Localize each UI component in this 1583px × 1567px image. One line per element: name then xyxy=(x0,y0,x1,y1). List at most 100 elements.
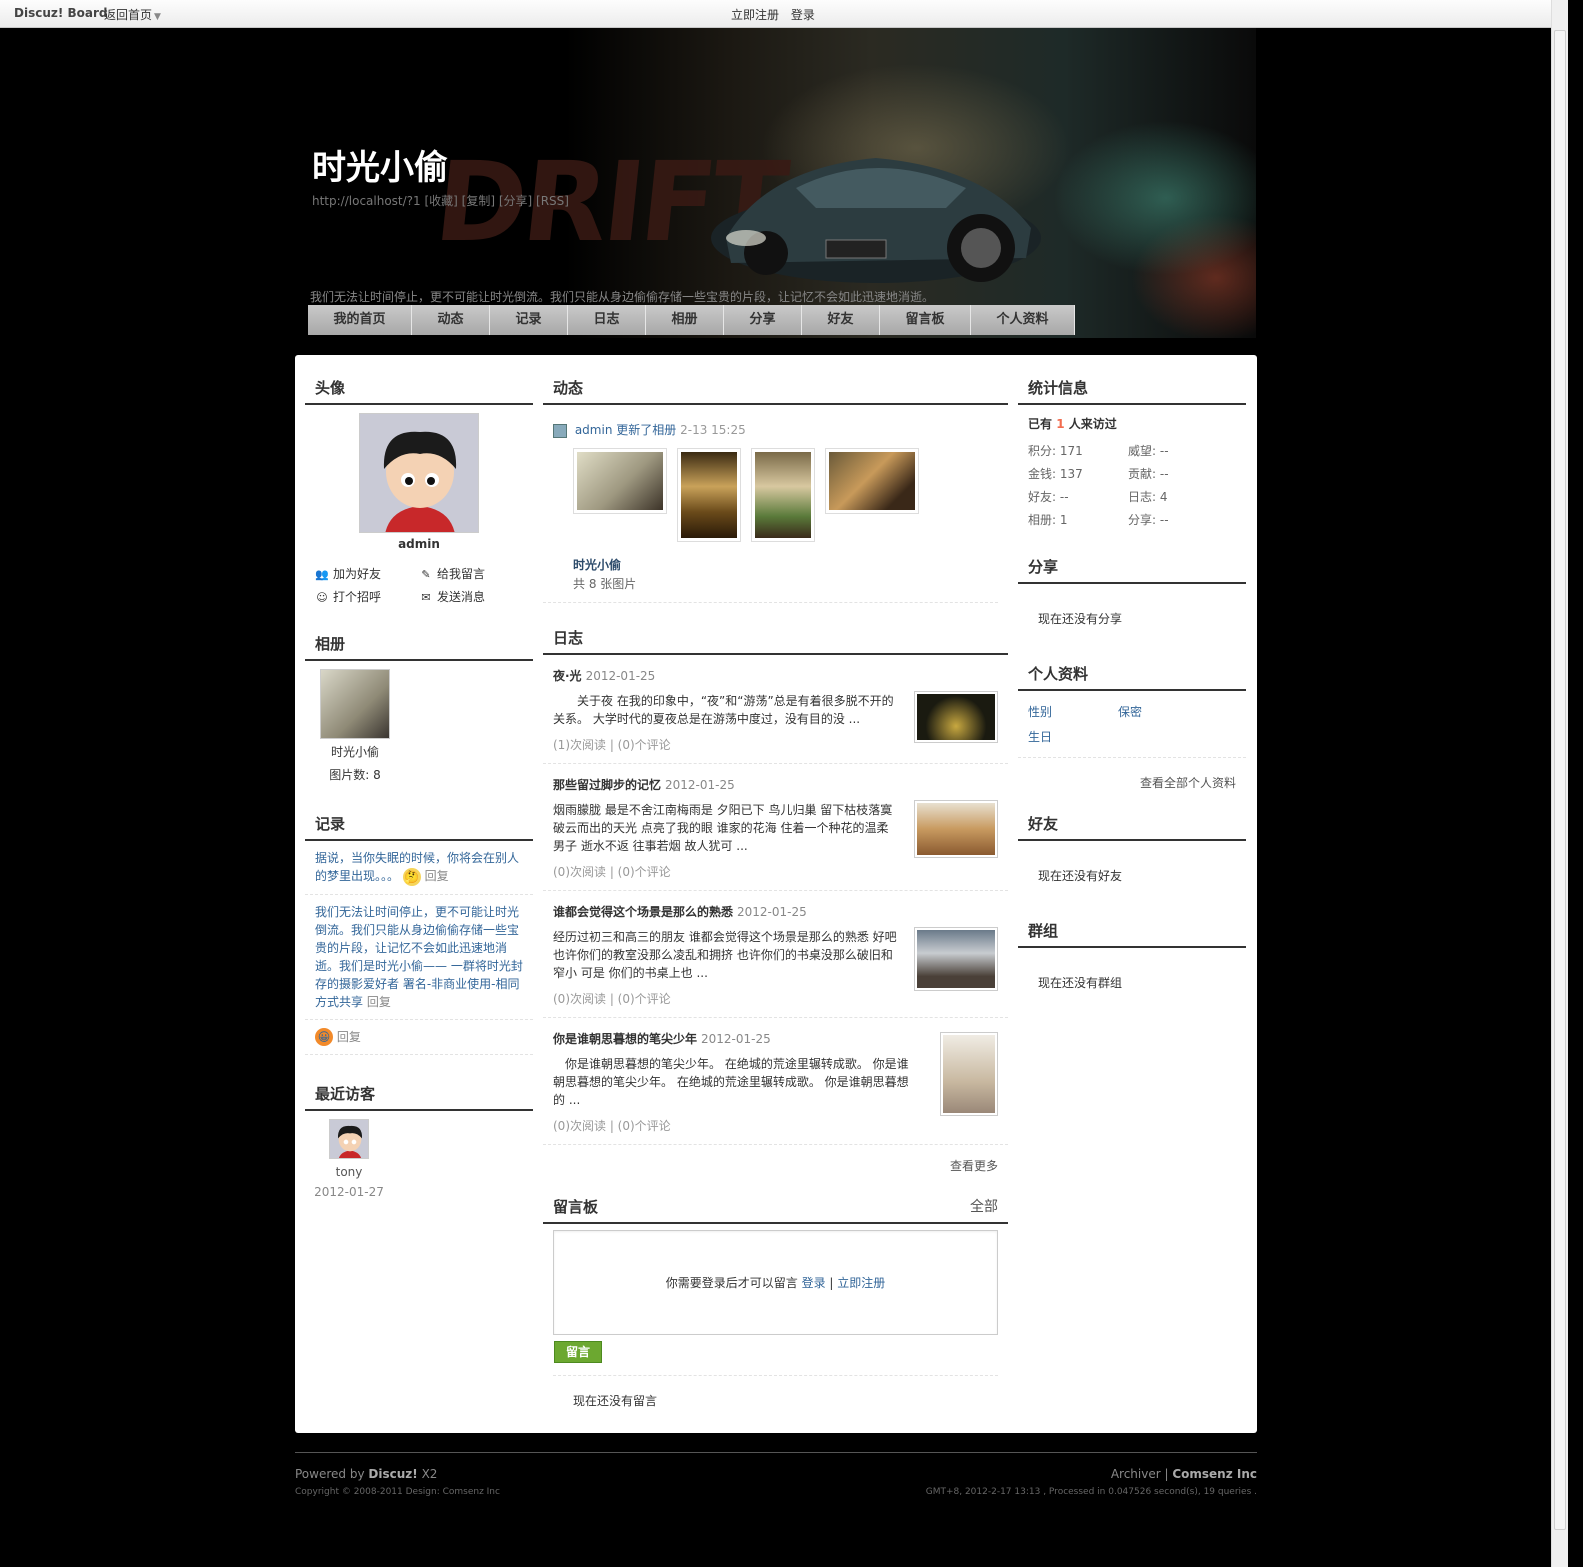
guestbook-login-link[interactable]: 登录 xyxy=(802,1276,826,1290)
blog-thumbnail[interactable] xyxy=(914,800,998,858)
blog-title-text: 谁都会觉得这个场景是那么的熟悉 xyxy=(553,905,734,919)
feed-entry-header: admin 更新了相册 2-13 15:25 xyxy=(543,405,1008,438)
feed-photo[interactable] xyxy=(677,448,741,542)
user-avatar[interactable] xyxy=(359,413,479,533)
guestbook-input-area[interactable]: 你需要登录后才可以留言 登录 | 立即注册 xyxy=(553,1230,998,1335)
guestbook-section-title: 留言板 全部 xyxy=(543,1196,1008,1224)
records-section-title: 记录 xyxy=(305,813,533,841)
poke-label: 打个招呼 xyxy=(333,590,382,604)
blog-reads[interactable]: (0)次阅读 xyxy=(553,992,606,1006)
stat-label: 好友 xyxy=(1028,490,1053,504)
blog-comments[interactable]: (0)个评论 xyxy=(618,738,671,752)
album-cover[interactable] xyxy=(320,669,390,739)
blog-title-text: 你是谁朝思暮想的笔尖少年 xyxy=(553,1032,698,1046)
blog-excerpt: 关于夜 在我的印象中，“夜”和“游荡”总是有着很多脱不开的关系。 大学时代的夏夜… xyxy=(553,694,894,726)
no-friends-text: 现在还没有好友 xyxy=(1038,869,1123,883)
friends-section-title: 好友 xyxy=(1018,813,1246,841)
view-more-blogs-link[interactable]: 查看更多 xyxy=(543,1145,1008,1174)
leave-message-action[interactable]: ✎ 给我留言 xyxy=(419,565,523,582)
blog-reads[interactable]: (0)次阅读 xyxy=(553,1119,606,1133)
nav-item-guestbook[interactable]: 留言板 xyxy=(880,305,971,335)
feed-user-link[interactable]: admin xyxy=(575,423,613,437)
space-description: 我们无法让时间停止，更不可能让时光倒流。我们只能从身边偷偷存储一些宝贵的片段，让… xyxy=(310,290,935,304)
visitor-name-link[interactable]: tony xyxy=(305,1165,393,1179)
account-links: 立即注册 登录 xyxy=(723,6,951,23)
add-friend-action[interactable]: 👥 加为好友 xyxy=(315,565,419,582)
blog-thumbnail[interactable] xyxy=(940,1032,998,1116)
nav-item-records[interactable]: 记录 xyxy=(490,305,568,335)
blog-date: 2012-01-25 xyxy=(737,905,807,919)
nav-item-friends[interactable]: 好友 xyxy=(802,305,880,335)
send-message-action[interactable]: ✉ 发送消息 xyxy=(419,588,523,605)
powered-version: X2 xyxy=(421,1467,438,1481)
record-reply-link[interactable]: 回复 xyxy=(337,1030,361,1044)
copyright: Copyright © 2008-2011 Design: Comsenz In… xyxy=(295,1487,500,1497)
nav-item-profile[interactable]: 个人资料 xyxy=(971,305,1075,335)
guestbook-title: 留言板 xyxy=(553,1198,599,1216)
blog-reads[interactable]: (1)次阅读 xyxy=(553,738,606,752)
guestbook-all-link[interactable]: 全部 xyxy=(970,1196,998,1216)
stat-albums: 相册: 1 xyxy=(1028,513,1068,527)
feed-photo[interactable] xyxy=(751,448,815,542)
blog-thumbnail[interactable] xyxy=(914,927,998,991)
avatar-username[interactable]: admin xyxy=(305,537,533,551)
login-link[interactable]: 登录 xyxy=(791,8,815,22)
stat-value: -- xyxy=(1159,513,1169,527)
feed-album-link[interactable]: 时光小偷 xyxy=(543,542,1008,573)
powered-product-link[interactable]: Discuz! xyxy=(368,1467,417,1481)
nav-item-blog[interactable]: 日志 xyxy=(568,305,646,335)
stat-value: 171 xyxy=(1059,444,1083,458)
home-link[interactable]: 返回首页 ▼ xyxy=(104,6,161,23)
visitor-date: 2012-01-27 xyxy=(314,1185,384,1199)
envelope-icon: ✉ xyxy=(421,591,431,604)
scrollbar-thumb[interactable] xyxy=(1554,30,1566,1530)
blog-comments[interactable]: (0)个评论 xyxy=(618,865,671,879)
blog-meta: (0)次阅读 | (0)个评论 xyxy=(553,865,671,879)
page-scrollbar[interactable] xyxy=(1551,0,1568,1567)
feed-photos xyxy=(543,438,1008,542)
feed-photo[interactable] xyxy=(825,448,919,514)
guestbook-register-link[interactable]: 立即注册 xyxy=(837,1276,885,1290)
no-messages-text: 现在还没有留言 xyxy=(553,1375,998,1409)
stat-label: 相册 xyxy=(1028,513,1053,527)
submit-message-button[interactable]: 留言 xyxy=(554,1341,602,1363)
feed-action[interactable]: 更新了相册 xyxy=(616,423,676,437)
poke-action[interactable]: ☺ 打个招呼 xyxy=(315,588,419,605)
blog-title-link[interactable]: 夜·光 2012-01-25 xyxy=(553,667,998,684)
album-icon xyxy=(553,423,567,438)
site-brand-link[interactable]: Discuz! Board xyxy=(14,6,108,20)
blog-reads[interactable]: (0)次阅读 xyxy=(553,865,606,879)
nav-item-share[interactable]: 分享 xyxy=(724,305,802,335)
blog-title-link[interactable]: 谁都会觉得这个场景是那么的熟悉 2012-01-25 xyxy=(553,903,998,920)
record-text[interactable]: 我们无法让时间停止，更不可能让时光倒流。我们只能从身边偷偷存储一些宝贵的片段，让… xyxy=(315,905,523,1009)
feed-photo[interactable] xyxy=(573,448,667,514)
visit-count: 已有 1 人来访过 xyxy=(1018,405,1246,432)
stats-grid: 积分: 171 威望: -- 金钱: 137 贡献: -- 好友: -- 日志:… xyxy=(1018,432,1246,528)
nav-item-home[interactable]: 我的首页 xyxy=(308,305,412,335)
space-url[interactable]: http://localhost/?1 [收藏] [复制] [分享] [RSS] xyxy=(312,192,569,209)
nav-item-album[interactable]: 相册 xyxy=(646,305,724,335)
blog-comments[interactable]: (0)个评论 xyxy=(618,1119,671,1133)
view-full-profile-link[interactable]: 查看全部个人资料 xyxy=(1018,757,1246,791)
register-link[interactable]: 立即注册 xyxy=(731,8,779,22)
home-link-label: 返回首页 xyxy=(104,8,153,22)
space-banner: DRIFT 时光小偷 http://localhost/?1 [收藏] [复制]… xyxy=(296,28,1256,338)
record-reply-link[interactable]: 回复 xyxy=(367,995,391,1009)
powered-by: Powered by Discuz! X2 xyxy=(295,1467,437,1481)
share-section-title: 分享 xyxy=(1018,556,1246,584)
album-name-link[interactable]: 时光小偷 xyxy=(305,743,405,760)
blog-thumbnail[interactable] xyxy=(914,691,998,743)
nav-item-feed[interactable]: 动态 xyxy=(412,305,490,335)
archiver-link[interactable]: Archiver xyxy=(1111,1467,1161,1481)
company-link[interactable]: Comsenz Inc xyxy=(1172,1467,1257,1481)
blog-entry: 夜·光 2012-01-25 关于夜 在我的印象中，“夜”和“游荡”总是有着很多脱… xyxy=(543,655,1008,764)
blog-comments[interactable]: (0)个评论 xyxy=(618,992,671,1006)
space-nav: 我的首页 动态 记录 日志 相册 分享 好友 留言板 个人资料 xyxy=(308,305,1075,335)
blog-title-link[interactable]: 那些留过脚步的记忆 2012-01-25 xyxy=(553,776,998,793)
avatar-illustration xyxy=(360,414,478,532)
visitor-avatar[interactable] xyxy=(329,1119,369,1159)
blog-title-link[interactable]: 你是谁朝思暮想的笔尖少年 2012-01-25 xyxy=(553,1030,998,1047)
blog-meta: (0)次阅读 | (0)个评论 xyxy=(553,992,671,1006)
add-friend-icon: 👥 xyxy=(315,568,329,581)
record-reply-link[interactable]: 回复 xyxy=(425,869,449,883)
